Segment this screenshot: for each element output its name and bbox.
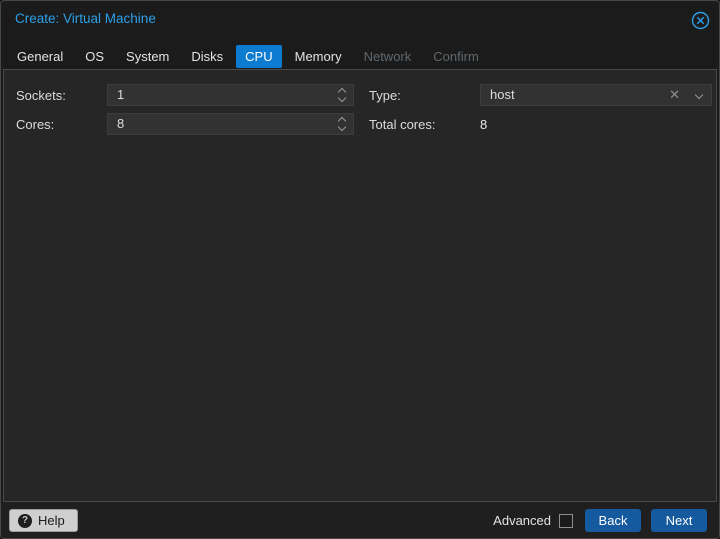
wizard-tabbar: General OS System Disks CPU Memory Netwo… <box>8 44 492 68</box>
clear-icon[interactable]: ✕ <box>662 85 687 105</box>
dialog-titlebar: Create: Virtual Machine <box>1 1 719 41</box>
cores-input[interactable]: 8 <box>107 113 354 135</box>
cores-label: Cores: <box>16 117 54 132</box>
advanced-checkbox[interactable] <box>559 514 573 528</box>
spinner-down-icon[interactable] <box>338 94 346 102</box>
type-label: Type: <box>369 88 401 103</box>
tab-network: Network <box>355 45 421 68</box>
dialog-title: Create: Virtual Machine <box>15 11 156 26</box>
spinner-down-icon[interactable] <box>338 123 346 131</box>
tab-general[interactable]: General <box>8 45 72 68</box>
footer-actions: Advanced Back Next <box>493 509 707 532</box>
help-button[interactable]: ? Help <box>9 509 78 532</box>
tab-system[interactable]: System <box>117 45 178 68</box>
close-icon[interactable] <box>690 10 710 30</box>
next-button[interactable]: Next <box>651 509 707 532</box>
cores-spinner[interactable] <box>331 114 353 134</box>
type-combo-tools: ✕ <box>662 85 711 105</box>
tab-disks[interactable]: Disks <box>182 45 232 68</box>
create-vm-dialog: Create: Virtual Machine General OS Syste… <box>0 0 720 539</box>
type-combobox[interactable]: host ✕ <box>480 84 712 106</box>
sockets-label: Sockets: <box>16 88 66 103</box>
question-circle-icon: ? <box>18 514 32 528</box>
sockets-value[interactable]: 1 <box>108 85 331 105</box>
tab-memory[interactable]: Memory <box>286 45 351 68</box>
tab-os[interactable]: OS <box>76 45 113 68</box>
total-cores-label: Total cores: <box>369 117 435 132</box>
advanced-label: Advanced <box>493 513 551 528</box>
type-value[interactable]: host <box>481 85 662 105</box>
help-button-label: Help <box>38 513 65 528</box>
cpu-tab-panel: Sockets: 1 Type: host ✕ Cores: 8 <box>3 69 717 502</box>
total-cores-value: 8 <box>480 117 487 132</box>
sockets-input[interactable]: 1 <box>107 84 354 106</box>
tab-cpu[interactable]: CPU <box>236 45 281 68</box>
tab-confirm: Confirm <box>424 45 488 68</box>
back-button[interactable]: Back <box>585 509 641 532</box>
dialog-footer: ? Help Advanced Back Next <box>1 502 719 538</box>
cores-value[interactable]: 8 <box>108 114 331 134</box>
chevron-down-icon[interactable] <box>687 85 711 105</box>
sockets-spinner[interactable] <box>331 85 353 105</box>
